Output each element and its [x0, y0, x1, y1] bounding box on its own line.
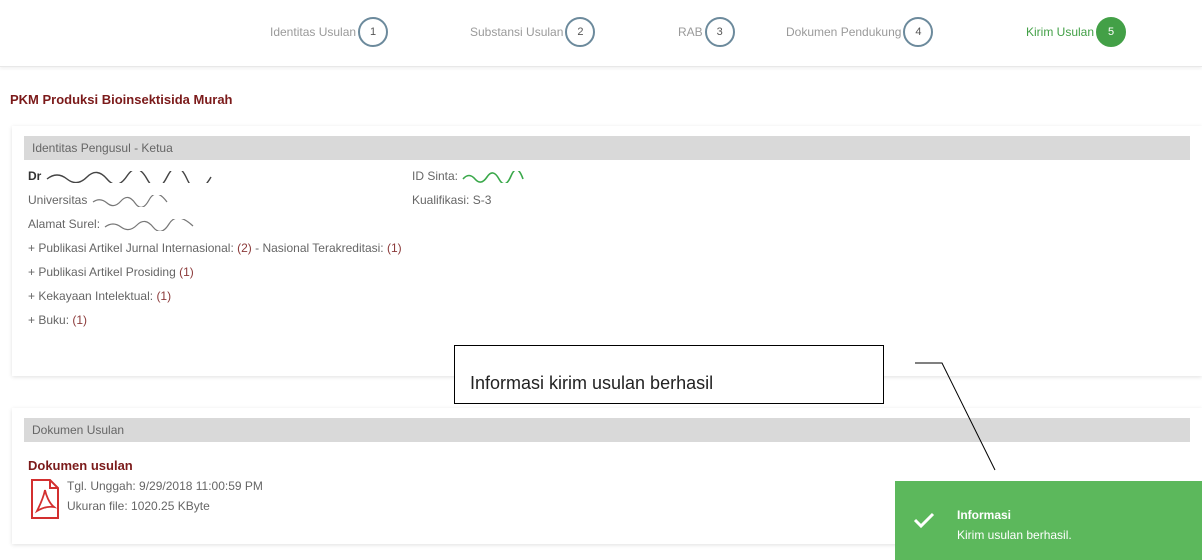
email: Alamat Surel:: [28, 217, 198, 231]
identity-panel: Identitas Pengusul - Ketua Dr ID Sinta: …: [12, 126, 1202, 376]
step-label: RAB: [678, 25, 703, 39]
pub-nat-count[interactable]: (1): [387, 241, 402, 255]
sinta-label: ID Sinta:: [412, 169, 459, 183]
wizard-stepper: Identitas Usulan 1 Substansi Usulan 2 RA…: [0, 0, 1202, 67]
toast-message: Kirim usulan berhasil.: [957, 528, 1072, 542]
pdf-icon[interactable]: [30, 478, 60, 520]
step-kirim-usulan[interactable]: Kirim Usulan 5: [1026, 14, 1127, 50]
pub-intl-count[interactable]: (2): [237, 241, 252, 255]
step-label: Dokumen Pendukung: [786, 25, 902, 39]
step-number: 1: [358, 17, 389, 47]
file-size: Ukuran file: 1020.25 KByte: [67, 499, 210, 513]
proposal-title: PKM Produksi Bioinsektisida Murah: [10, 92, 233, 107]
email-label: Alamat Surel:: [28, 217, 101, 231]
step-number: 4: [903, 17, 934, 47]
name-prefix: Dr: [28, 169, 42, 183]
annotation-callout: Informasi kirim usulan berhasil: [454, 345, 884, 404]
step-dokumen-pendukung[interactable]: Dokumen Pendukung 4: [786, 14, 934, 50]
step-rab[interactable]: RAB 3: [678, 14, 735, 50]
redacted-email-scribble: [105, 218, 194, 231]
toast-title: Informasi: [957, 508, 1012, 522]
sinta-id: ID Sinta:: [412, 169, 525, 183]
redacted-name-scribble: [46, 170, 212, 183]
intellectual-property: + Kekayaan Intelektual: (1): [28, 289, 171, 303]
publications-prosiding: + Publikasi Artikel Prosiding (1): [28, 265, 194, 279]
publications-journal: + Publikasi Artikel Jurnal Internasional…: [28, 241, 402, 255]
books: + Buku: (1): [28, 313, 87, 327]
check-icon: [913, 512, 935, 529]
ki-label: + Kekayaan Intelektual:: [28, 289, 154, 303]
documents-panel-header: Dokumen Usulan: [24, 418, 1190, 442]
pub-nat-label: - Nasional Terakreditasi:: [255, 241, 384, 255]
step-number: 5: [1096, 17, 1127, 47]
university-prefix: Universitas: [28, 193, 88, 207]
callout-leader-line: [915, 362, 996, 471]
prosiding-count[interactable]: (1): [179, 265, 194, 279]
leader-name: Dr: [28, 169, 215, 183]
step-number: 3: [704, 17, 735, 47]
step-substansi-usulan[interactable]: Substansi Usulan 2: [470, 14, 596, 50]
buku-count[interactable]: (1): [72, 313, 87, 327]
identity-panel-header: Identitas Pengusul - Ketua: [24, 136, 1190, 160]
step-identitas-usulan[interactable]: Identitas Usulan 1: [270, 14, 389, 50]
redacted-sinta-scribble: [462, 170, 525, 183]
step-label: Identitas Usulan: [270, 25, 357, 39]
step-label: Kirim Usulan: [1026, 25, 1095, 39]
step-number: 2: [565, 17, 596, 47]
document-title: Dokumen usulan: [28, 458, 133, 473]
buku-label: + Buku:: [28, 313, 70, 327]
kualifikasi: Kualifikasi: S-3: [412, 193, 492, 207]
step-label: Substansi Usulan: [470, 25, 564, 39]
success-toast[interactable]: Informasi Kirim usulan berhasil.: [895, 481, 1202, 560]
upload-date: Tgl. Unggah: 9/29/2018 11:00:59 PM: [67, 479, 263, 493]
pub-intl-label: + Publikasi Artikel Jurnal Internasional…: [28, 241, 234, 255]
ki-count[interactable]: (1): [156, 289, 171, 303]
university: Universitas: [28, 193, 171, 207]
prosiding-label: + Publikasi Artikel Prosiding: [28, 265, 176, 279]
redacted-university-scribble: [92, 194, 168, 207]
